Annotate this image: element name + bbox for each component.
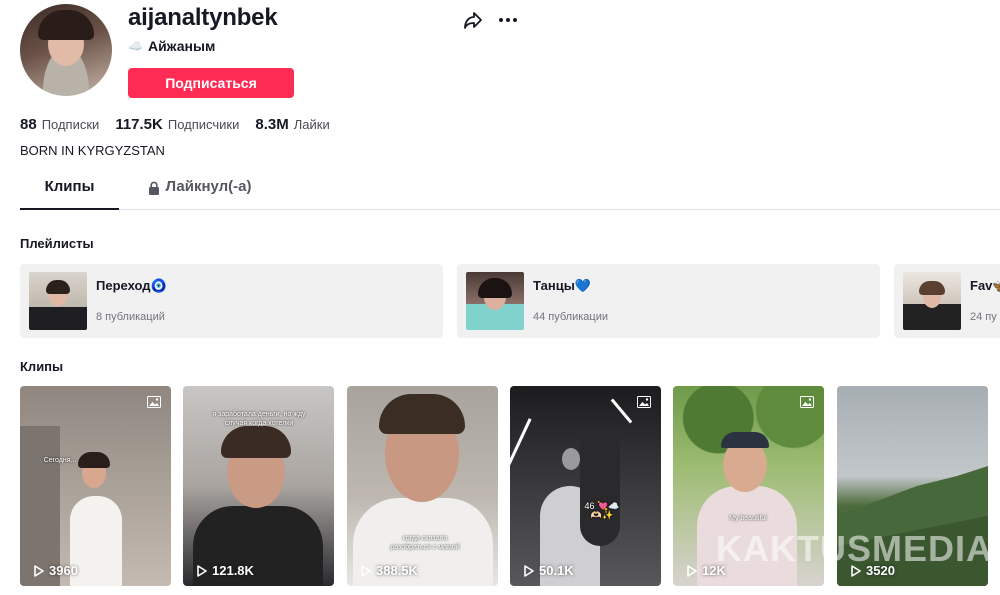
playlist-title: Fav🦋 (970, 278, 1000, 293)
play-icon (197, 564, 207, 577)
clip-face (562, 448, 580, 470)
clip-caption: 46 💘☁️🫶🏻✨ (584, 501, 620, 520)
clip-views: 12K (687, 563, 726, 578)
followers-stat[interactable]: 117.5K Подписчики (115, 116, 239, 133)
likes-label: Лайки (293, 117, 330, 132)
profile-tabs: Клипы Лайкнул(-а) (20, 178, 1000, 210)
clip-views: 50.1K (524, 563, 574, 578)
clip-views-count: 3520 (866, 563, 895, 578)
playlists-heading: Плейлисты (20, 236, 94, 251)
following-count: 88 (20, 116, 37, 133)
playlist-thumbnail (29, 272, 87, 330)
followers-label: Подписчики (167, 117, 240, 132)
clip-background (20, 426, 60, 586)
playlist-thumbnail (466, 272, 524, 330)
playlist-card[interactable]: Fav🦋 24 пу (894, 264, 1000, 338)
clip-hair (221, 426, 291, 458)
clip-partner (580, 426, 620, 546)
play-icon (687, 564, 697, 577)
clip-card[interactable]: My beautiful 12K (673, 386, 824, 586)
clip-views: 3520 (851, 563, 895, 578)
play-icon (361, 564, 371, 577)
playlist-count: 44 публикации (533, 311, 609, 323)
following-label: Подписки (41, 117, 100, 132)
username: aijanaltynbek (128, 4, 278, 31)
clip-card[interactable]: когда сказала разобраться с мамой 388.5K (347, 386, 498, 586)
clip-views: 121.8K (197, 563, 254, 578)
tab-liked[interactable]: Лайкнул(-а) (140, 178, 260, 208)
play-icon (524, 564, 534, 577)
clip-views-count: 388.5K (376, 563, 418, 578)
cloud-icon: ☁️ (128, 39, 143, 53)
image-icon (637, 396, 651, 408)
clip-caption: My beautiful (729, 515, 767, 522)
clip-card[interactable]: 46 💘☁️🫶🏻✨ 50.1K (510, 386, 661, 586)
clip-card[interactable]: 3520 (837, 386, 988, 586)
playlist-thumbnail (903, 272, 961, 330)
playlist-card[interactable]: Переход🧿 8 публикаций (20, 264, 443, 338)
playlist-title: Танцы💙 (533, 278, 591, 293)
follow-button[interactable]: Подписаться (128, 68, 294, 98)
likes-count: 8.3M (255, 116, 289, 133)
followers-count: 117.5K (115, 116, 163, 133)
clip-light (510, 418, 532, 474)
clip-views-count: 50.1K (539, 563, 574, 578)
playlist-card[interactable]: Танцы💙 44 публикации (457, 264, 880, 338)
clip-card[interactable]: Сегодня... 3960 (20, 386, 171, 586)
clip-views-count: 121.8K (212, 563, 254, 578)
following-stat[interactable]: 88 Подписки (20, 116, 99, 133)
clip-light (610, 398, 633, 424)
image-icon (800, 396, 814, 408)
nickname-text: Айжаным (147, 38, 216, 54)
clip-views-count: 12K (702, 563, 726, 578)
nickname: ☁️ Айжаным (128, 38, 215, 54)
clip-caption: я заработала деньги, но жду случая когда… (212, 411, 306, 427)
tab-liked-label: Лайкнул(-а) (165, 178, 252, 195)
avatar[interactable] (20, 4, 112, 96)
share-icon[interactable] (463, 10, 483, 30)
avatar-hair (38, 10, 94, 40)
clip-views: 388.5K (361, 563, 418, 578)
more-icon[interactable] (497, 10, 519, 30)
bio: BORN IN KYRGYZSTAN (20, 143, 165, 158)
play-icon (851, 564, 861, 577)
tab-clips-label: Клипы (44, 178, 95, 195)
clips-heading: Клипы (20, 359, 64, 374)
clip-caption: когда сказала разобраться с мамой (390, 535, 460, 551)
clip-caption: Сегодня... (43, 457, 77, 464)
tab-clips[interactable]: Клипы (20, 178, 119, 210)
playlist-title: Переход🧿 (96, 278, 167, 293)
likes-stat: 8.3M Лайки (255, 116, 329, 133)
playlist-count: 24 пу (970, 311, 997, 323)
clip-views: 3960 (34, 563, 78, 578)
lock-icon (149, 181, 160, 195)
clip-views-count: 3960 (49, 563, 78, 578)
play-icon (34, 564, 44, 577)
profile-stats: 88 Подписки 117.5K Подписчики 8.3M Лайки (20, 116, 330, 133)
clip-cap (721, 432, 769, 448)
clip-hair (78, 452, 110, 468)
playlist-count: 8 публикаций (96, 311, 165, 323)
clip-card[interactable]: я заработала деньги, но жду случая когда… (183, 386, 334, 586)
clip-hair (379, 394, 465, 434)
image-icon (147, 396, 161, 408)
